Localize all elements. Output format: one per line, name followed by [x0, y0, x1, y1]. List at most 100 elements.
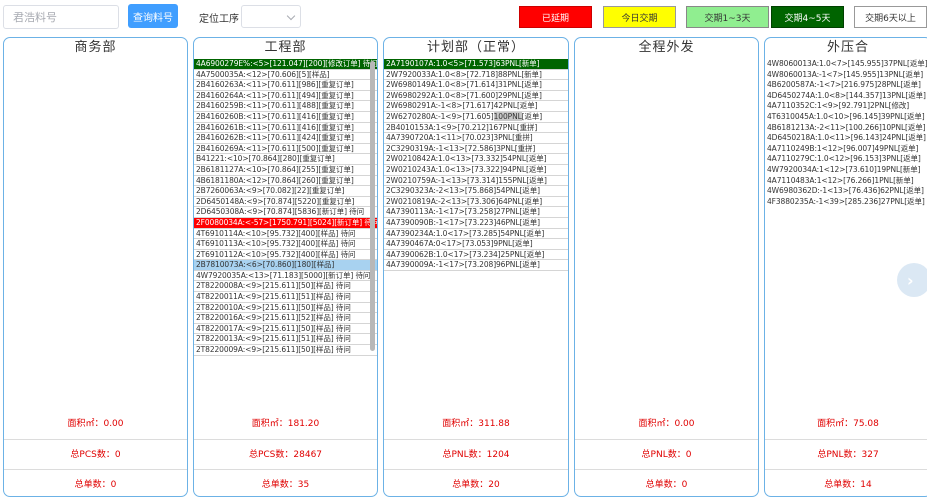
area-stat: 面积㎡：0.00 [67, 419, 124, 429]
order-highlight: 100PNL [493, 111, 522, 121]
part-number-search-input[interactable] [3, 5, 119, 29]
order-row[interactable]: 4W7920035A:<13>[71.183][5000][新订单] 待问 [194, 271, 377, 282]
order-row[interactable]: 2B4160269A:<11>[70.611][500][重复订单] [194, 144, 377, 155]
department-panel-business: 商务部 面积㎡：0.00 总PCS数：0 总单数：0 [3, 37, 188, 497]
order-row[interactable]: 4D6450218A:1.0<11>[96.143]24PNL[返单] [765, 133, 927, 144]
order-row[interactable]: 2W0210819A:-2<13>[73.306]64PNL[返单] [384, 197, 568, 208]
order-row[interactable]: 4D6450274A:1.0<8>[144.357]13PNL[返单] [765, 91, 927, 102]
order-row[interactable]: 2T6910112A:<10>[95.732][400][样品] 待问 [194, 250, 377, 261]
order-row[interactable]: 2B4160263A:<11>[70.611][986][重复订单] [194, 80, 377, 91]
carousel-next-button[interactable]: › [897, 263, 927, 297]
total-orders-stat: 总单数：20 [384, 469, 568, 496]
order-row[interactable]: 2W6980149A:1.0<8>[71.614]31PNL[返单] [384, 80, 568, 91]
order-row[interactable]: 4A7110249B:1<12>[96.007]49PNL[返单] [765, 144, 927, 155]
order-row[interactable]: 4W7920034A:1<12>[73.610]19PNL[新单] [765, 165, 927, 176]
order-list[interactable]: 4W8060013A:1.0<7>[145.955]37PNL[返单] 4W806… [765, 59, 927, 430]
order-row[interactable]: 4B6181180A:<12>[70.864][260][重复订单] [194, 176, 377, 187]
order-row[interactable]: 2B4160260B:<11>[70.611][416][重复订单] [194, 112, 377, 123]
area-stat: 面积㎡：181.20 [251, 419, 320, 429]
department-panel-engineering: 工程部 4A6900279E%:<5>[121.047][200][修改订单] … [193, 37, 378, 497]
order-list[interactable]: 2A7190107A:1.0<5>[71.573]63PNL[新单] 2W7920… [384, 59, 568, 430]
order-row[interactable]: 2F0080034A:<-57>[1750.791][5024][新订单] 待问 [194, 217, 377, 229]
order-row[interactable]: 4A7390009A:-1<17>[73.208]96PNL[返单] [384, 260, 568, 271]
order-row[interactable]: 2W6980292A:1.0<8>[71.600]29PNL[返单] [384, 91, 568, 102]
panel-title: 外压合 [826, 40, 869, 55]
order-row[interactable]: 4A7390113A:-1<17>[73.258]27PNL[返单] [384, 207, 568, 218]
order-row[interactable]: 2W6980291A:-1<8>[71.617]42PNL[返单] [384, 101, 568, 112]
order-row[interactable]: 2B4160262B:<11>[70.611][424][重复订单] [194, 133, 377, 144]
order-row[interactable]: 4A7110279C:1.0<12>[96.153]3PNL[返单] [765, 154, 927, 165]
area-stat: 面积㎡：75.08 [817, 419, 879, 429]
order-row[interactable]: 2A7190107A:1.0<5>[71.573]63PNL[新单] [384, 59, 568, 70]
order-row[interactable]: 4A7110483A:1<12>[76.266]1PNL[新单] [765, 176, 927, 187]
order-row[interactable]: 4A7390720A:1<11>[70.023]3PNL[重拼] [384, 133, 568, 144]
order-row[interactable]: 4T8220011A:<9>[215.611][51][样品] 待问 [194, 292, 377, 303]
panel-stats: 面积㎡：311.88 总PNL数：1204 总单数：20 [384, 409, 568, 496]
panel-title: 工程部 [264, 40, 307, 55]
order-row[interactable]: 4A7500035A:<12>[70.606][5][样品] [194, 70, 377, 81]
order-row[interactable]: 2W6270280A:-1<9>[71.605]100PNL[返单] [384, 111, 568, 123]
legend-due-1-3-days: 交期1~3天 [686, 6, 769, 28]
panel-stats: 面积㎡：75.08 总PNL数：327 总单数：14 [765, 409, 927, 496]
order-row[interactable]: 2C3290323A:-2<13>[75.868]54PNL[返单] [384, 186, 568, 197]
order-text: 2W6270280A:-1<9>[71.605] [386, 111, 494, 121]
order-row[interactable]: 2T8220010A:<9>[215.611][50][样品] 待问 [194, 303, 377, 314]
legend-overdue: 已延期 [519, 6, 592, 28]
order-row[interactable]: 2T8220013A:<9>[215.611][51][样品] 待问 [194, 334, 377, 346]
query-part-button[interactable]: 查询料号 [128, 4, 178, 28]
panel-stats: 面积㎡：181.20 总PCS数：28467 总单数：35 [194, 409, 377, 496]
order-row[interactable]: 4F3880235A:-1<39>[285.236]27PNL[返单] [765, 197, 927, 208]
panel-title: 全程外发 [638, 40, 695, 55]
order-row[interactable]: 4T6310045A:1.0<10>[96.145]39PNL[返单] [765, 112, 927, 123]
count-stat: 总PCS数：28467 [194, 439, 377, 469]
order-row[interactable]: 2W0210759A:-1<13>[73.314]155PNL[返单] [384, 176, 568, 187]
order-row[interactable]: 2B4160264A:<11>[70.611][494][重复订单] [194, 91, 377, 102]
count-stat: 总PNL数：327 [765, 439, 927, 469]
order-row[interactable]: B41221:<10>[70.864][280][重复订单] [194, 154, 377, 165]
order-row[interactable]: 4W8060013A:-1<7>[145.955]13PNL[返单] [765, 70, 927, 81]
order-row[interactable]: 2C3290319A:-1<13>[72.586]3PNL[重拼] [384, 144, 568, 155]
panel-title: 商务部 [74, 40, 117, 55]
order-row[interactable]: 4W8060013A:1.0<7>[145.955]37PNL[返单] [765, 59, 927, 70]
locate-process-label: 定位工序 [199, 14, 239, 25]
order-row[interactable]: 4W6980362D:-1<13>[76.436]62PNL[返单] [765, 186, 927, 197]
total-orders-stat: 总单数：0 [4, 469, 187, 496]
order-row[interactable]: 2B4160259B:<11>[70.611][488][重复订单] [194, 101, 377, 112]
order-row[interactable]: 2B4010153A:1<9>[70.212]167PNL[重拼] [384, 123, 568, 134]
area-stat: 面积㎡：0.00 [638, 419, 695, 429]
order-text-suffix: [返单] [521, 111, 543, 121]
chevron-right-icon: › [907, 271, 914, 290]
order-list[interactable] [4, 59, 187, 430]
order-list-scrollbar[interactable] [370, 61, 375, 351]
order-list[interactable]: 4A6900279E%:<5>[121.047][200][修改订单] 待问 4A… [194, 59, 377, 430]
order-row[interactable]: 2W7920033A:1.0<8>[72.718]88PNL[新单] [384, 70, 568, 81]
order-row[interactable]: 4T8220017A:<9>[215.611][50][样品] 待问 [194, 324, 377, 335]
legend-due-today: 今日交期 [603, 6, 676, 28]
order-row[interactable]: 4T6910113A:<10>[95.732][400][样品] 待问 [194, 239, 377, 250]
order-row[interactable]: 4A7390062B:1.0<17>[73.234]25PNL[返单] [384, 250, 568, 261]
order-row[interactable]: 4A7390234A:1.0<17>[73.285]54PNL[返单] [384, 229, 568, 240]
order-row[interactable]: 2B7260063A:<9>[70.082][22][重复订单] [194, 186, 377, 197]
order-row[interactable]: 2B6181127A:<10>[70.864][255][重复订单] [194, 165, 377, 176]
order-row[interactable]: 4A7110352C:1<9>[92.791]2PNL[修改] [765, 101, 927, 112]
department-panel-planning: 计划部（正常） 2A7190107A:1.0<5>[71.573]63PNL[新… [383, 37, 569, 497]
order-row[interactable]: 4A6900279E%:<5>[121.047][200][修改订单] 待问 [194, 59, 377, 70]
order-row[interactable]: 4A7390090B:-1<17>[73.223]46PNL[返单] [384, 218, 568, 229]
order-row[interactable]: 4A7390467A:0<17>[73.053]9PNL[返单] [384, 239, 568, 250]
order-row[interactable]: 4B6181213A:-2<11>[100.266]10PNL[返单] [765, 123, 927, 134]
panel-title: 计划部（正常） [426, 40, 525, 55]
locate-process-select[interactable] [241, 5, 301, 28]
order-row[interactable]: 4B6200587A:-1<7>[216.975]28PNL[返单] [765, 80, 927, 91]
order-row[interactable]: 2T8220008A:<9>[215.611][50][样品] 待问 [194, 281, 377, 293]
order-row[interactable]: 2D6450148A:<9>[70.874][5220][重复订单] [194, 197, 377, 208]
order-row[interactable]: 2B7810073A:<6>[70.860][180][样品] [194, 260, 377, 271]
order-row[interactable]: 2W0210842A:1.0<13>[73.332]54PNL[返单] [384, 154, 568, 165]
order-list[interactable] [575, 59, 758, 430]
order-row[interactable]: 2W0210243A:1.0<13>[73.322]94PNL[返单] [384, 165, 568, 176]
count-stat: 总PNL数：0 [575, 439, 758, 469]
order-row[interactable]: 4T6910114A:<10>[95.732][400][样品] 待问 [194, 229, 377, 240]
order-row[interactable]: 2T8220009A:<9>[215.611][50][样品] 待问 [194, 345, 377, 356]
order-row[interactable]: 2D6450308A:<9>[70.874][5836][新订单] 待问 [194, 207, 377, 218]
order-row[interactable]: 2B4160261B:<11>[70.611][416][重复订单] [194, 123, 377, 134]
order-row[interactable]: 2T8220016A:<9>[215.611][52][样品] 待问 [194, 313, 377, 324]
